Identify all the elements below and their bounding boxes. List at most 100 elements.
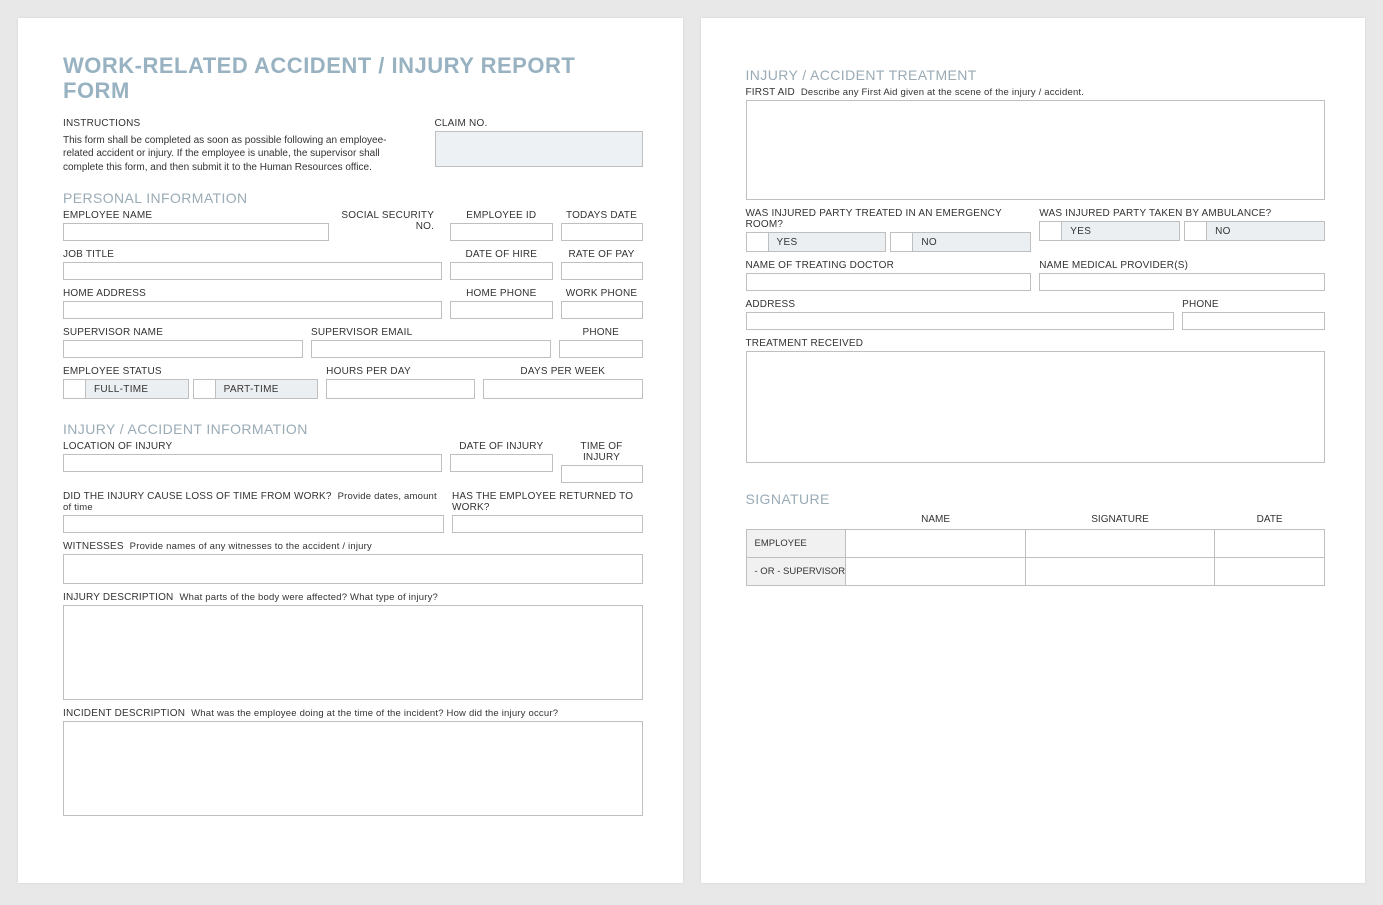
time-of-injury-label: TIME OF INJURY	[561, 441, 643, 463]
date-of-hire-input[interactable]	[450, 262, 552, 280]
er-yes-option[interactable]: YES	[746, 232, 887, 252]
rate-of-pay-label: RATE OF PAY	[561, 249, 643, 260]
instructions-label: INSTRUCTIONS	[63, 118, 415, 129]
time-of-injury-input[interactable]	[561, 465, 643, 483]
sig-row-supervisor: - OR - SUPERVISOR	[746, 557, 1325, 585]
treatment-phone-label: PHONE	[1182, 299, 1325, 310]
hours-per-day-label: HOURS PER DAY	[326, 366, 475, 377]
er-no-checkbox[interactable]	[891, 233, 913, 251]
sig-employee-name-input[interactable]	[846, 529, 1025, 557]
loss-of-time-label: DID THE INJURY CAUSE LOSS OF TIME FROM W…	[63, 491, 444, 513]
full-time-option[interactable]: FULL-TIME	[63, 379, 189, 399]
supervisor-name-label: SUPERVISOR NAME	[63, 327, 303, 338]
todays-date-input[interactable]	[561, 223, 643, 241]
date-of-hire-label: DATE OF HIRE	[450, 249, 552, 260]
injury-desc-label: INJURY DESCRIPTION What parts of the bod…	[63, 592, 643, 603]
incident-desc-label: INCIDENT DESCRIPTION What was the employ…	[63, 708, 643, 719]
er-no-label: NO	[913, 237, 945, 248]
job-title-label: JOB TITLE	[63, 249, 442, 260]
injury-desc-input[interactable]	[63, 605, 643, 700]
provider-input[interactable]	[1039, 273, 1325, 291]
page-title: WORK-RELATED ACCIDENT / INJURY REPORT FO…	[63, 53, 643, 104]
supervisor-phone-label: PHONE	[559, 327, 642, 338]
witnesses-input[interactable]	[63, 554, 643, 584]
signature-table: NAME SIGNATURE DATE EMPLOYEE - OR - SUPE…	[746, 511, 1326, 586]
employee-name-input[interactable]	[63, 223, 329, 241]
employee-name-label: EMPLOYEE NAME	[63, 210, 329, 221]
er-question-label: WAS INJURED PARTY TREATED IN AN EMERGENC…	[746, 208, 1032, 230]
doctor-label: NAME OF TREATING DOCTOR	[746, 260, 1032, 271]
sig-supervisor-date-input[interactable]	[1215, 557, 1325, 585]
loss-of-time-input[interactable]	[63, 515, 444, 533]
home-address-label: HOME ADDRESS	[63, 288, 442, 299]
part-time-checkbox[interactable]	[194, 380, 216, 398]
treatment-received-label: TREATMENT RECEIVED	[746, 338, 1326, 349]
witnesses-label: WITNESSES Provide names of any witnesses…	[63, 541, 643, 552]
section-signature-title: SIGNATURE	[746, 491, 1326, 507]
first-aid-input[interactable]	[746, 100, 1326, 200]
section-treatment-title: INJURY / ACCIDENT TREATMENT	[746, 67, 1326, 83]
sig-employee-date-input[interactable]	[1215, 529, 1325, 557]
home-phone-input[interactable]	[450, 301, 552, 319]
todays-date-label: TODAYS DATE	[561, 210, 643, 221]
amb-no-label: NO	[1207, 226, 1239, 237]
claim-no-input[interactable]	[435, 131, 643, 167]
returned-label: HAS THE EMPLOYEE RETURNED TO WORK?	[452, 491, 643, 513]
full-time-checkbox[interactable]	[64, 380, 86, 398]
hours-per-day-input[interactable]	[326, 379, 475, 399]
provider-label: NAME MEDICAL PROVIDER(S)	[1039, 260, 1325, 271]
amb-yes-label: YES	[1062, 226, 1099, 237]
location-label: LOCATION OF INJURY	[63, 441, 442, 452]
work-phone-input[interactable]	[561, 301, 643, 319]
home-address-input[interactable]	[63, 301, 442, 319]
claim-no-label: CLAIM NO.	[435, 118, 643, 129]
employee-id-label: EMPLOYEE ID	[450, 210, 552, 221]
rate-of-pay-input[interactable]	[561, 262, 643, 280]
date-of-injury-input[interactable]	[450, 454, 552, 472]
days-per-week-input[interactable]	[483, 379, 642, 399]
amb-no-option[interactable]: NO	[1184, 221, 1325, 241]
section-personal-title: PERSONAL INFORMATION	[63, 190, 643, 206]
form-page-1: WORK-RELATED ACCIDENT / INJURY REPORT FO…	[18, 18, 683, 883]
sig-supervisor-signature-input[interactable]	[1025, 557, 1214, 585]
er-yes-checkbox[interactable]	[747, 233, 769, 251]
days-per-week-label: DAYS PER WEEK	[483, 366, 642, 377]
date-of-injury-label: DATE OF INJURY	[450, 441, 552, 452]
sig-row-employee: EMPLOYEE	[746, 529, 1325, 557]
full-time-label: FULL-TIME	[86, 384, 156, 395]
er-yes-label: YES	[769, 237, 806, 248]
returned-input[interactable]	[452, 515, 643, 533]
treatment-received-input[interactable]	[746, 351, 1326, 463]
treatment-address-input[interactable]	[746, 312, 1175, 330]
sig-date-header: DATE	[1215, 511, 1325, 529]
sig-name-header: NAME	[846, 511, 1025, 529]
home-phone-label: HOME PHONE	[450, 288, 552, 299]
sig-supervisor-label: - OR - SUPERVISOR	[746, 557, 846, 585]
amb-yes-checkbox[interactable]	[1040, 222, 1062, 240]
location-input[interactable]	[63, 454, 442, 472]
employee-status-label: EMPLOYEE STATUS	[63, 366, 318, 377]
er-no-option[interactable]: NO	[890, 232, 1031, 252]
supervisor-email-input[interactable]	[311, 340, 551, 358]
sig-supervisor-name-input[interactable]	[846, 557, 1025, 585]
sig-signature-header: SIGNATURE	[1025, 511, 1214, 529]
sig-employee-label: EMPLOYEE	[746, 529, 846, 557]
doctor-input[interactable]	[746, 273, 1032, 291]
job-title-input[interactable]	[63, 262, 442, 280]
part-time-option[interactable]: PART-TIME	[193, 379, 319, 399]
first-aid-label: FIRST AID Describe any First Aid given a…	[746, 87, 1326, 98]
part-time-label: PART-TIME	[216, 384, 287, 395]
sig-employee-signature-input[interactable]	[1025, 529, 1214, 557]
work-phone-label: WORK PHONE	[561, 288, 643, 299]
treatment-phone-input[interactable]	[1182, 312, 1325, 330]
amb-yes-option[interactable]: YES	[1039, 221, 1180, 241]
section-injury-info-title: INJURY / ACCIDENT INFORMATION	[63, 421, 643, 437]
incident-desc-input[interactable]	[63, 721, 643, 816]
employee-id-input[interactable]	[450, 223, 552, 241]
treatment-address-label: ADDRESS	[746, 299, 1175, 310]
supervisor-phone-input[interactable]	[559, 340, 642, 358]
ssn-label: SOCIAL SECURITY NO.	[329, 210, 442, 232]
amb-question-label: WAS INJURED PARTY TAKEN BY AMBULANCE?	[1039, 208, 1325, 219]
amb-no-checkbox[interactable]	[1185, 222, 1207, 240]
supervisor-name-input[interactable]	[63, 340, 303, 358]
